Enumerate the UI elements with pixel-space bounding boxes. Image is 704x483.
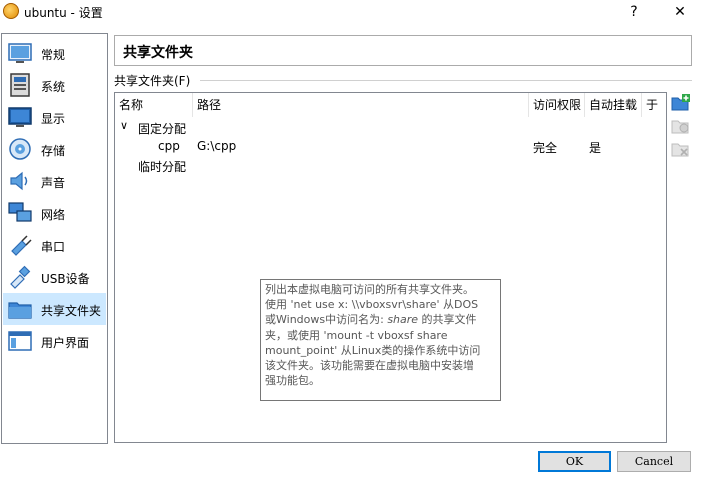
sidebar-item-audio[interactable]: 声音 [3, 165, 106, 197]
user-interface-icon [8, 331, 32, 351]
table-row[interactable]: cpp G:\cpp 完全 是 [115, 137, 666, 156]
group-divider [200, 80, 692, 81]
sidebar-item-display[interactable]: 显示 [3, 101, 106, 133]
tooltip-line: 或Windows中访问名为: share 的共享文件 [265, 312, 496, 327]
sidebar-item-label: 常规 [41, 48, 66, 62]
general-icon [8, 43, 32, 63]
tooltip-line: 夹，或使用 'mount -t vboxsf share [265, 328, 448, 342]
row-name: 临时分配 [138, 160, 187, 174]
settings-sidebar: 常规 系统 显示 存储 声音 网络 串口 USB设备 共享文件夹 用户界面 [1, 33, 108, 444]
network-icon [8, 202, 32, 222]
shared-folders-group-label: 共享文件夹(F) [114, 74, 191, 88]
sidebar-item-label: 存储 [41, 144, 66, 158]
row-path: G:\cpp [197, 139, 237, 153]
chevron-down-icon[interactable]: ∨ [120, 119, 128, 132]
row-name: 固定分配 [138, 122, 187, 136]
audio-icon [10, 171, 28, 191]
display-icon [8, 107, 32, 127]
sidebar-item-label: 串口 [41, 240, 66, 254]
sidebar-item-shared-folders[interactable]: 共享文件夹 [3, 293, 106, 325]
storage-icon [9, 138, 31, 160]
edit-shared-folder-icon[interactable] [671, 116, 691, 136]
help-button[interactable]: ? [622, 2, 646, 22]
sidebar-item-network[interactable]: 网络 [3, 197, 106, 229]
column-header-automount[interactable]: 自动挂载 [585, 93, 642, 117]
table-row[interactable]: 临时分配 [115, 156, 666, 175]
shared-folders-tooltip: 列出本虚拟电脑可访问的所有共享文件夹。 使用 'net use x: \\vbo… [260, 279, 501, 401]
page-title: 共享文件夹 [123, 45, 193, 61]
tooltip-text: 或Windows中访问名为: [265, 313, 388, 327]
tooltip-line: 列出本虚拟电脑可访问的所有共享文件夹。 [265, 283, 474, 296]
column-header-path[interactable]: 路径 [193, 93, 529, 117]
ok-button[interactable]: OK [538, 451, 611, 472]
tooltip-line: mount_point' 从Linux类的操作系统中访问 [265, 343, 481, 357]
tooltip-line: 强功能包。 [265, 374, 320, 388]
column-header-at[interactable]: 于 [642, 93, 666, 117]
sidebar-item-label: 声音 [41, 176, 66, 190]
sidebar-item-label: 共享文件夹 [41, 304, 102, 318]
sidebar-item-label: 网络 [41, 208, 66, 222]
cancel-button[interactable]: Cancel [617, 451, 691, 472]
sidebar-item-storage[interactable]: 存储 [3, 133, 106, 165]
window-title: ubuntu - 设置 [24, 6, 103, 20]
add-shared-folder-icon[interactable] [671, 93, 691, 113]
page-title-box: 共享文件夹 [114, 35, 692, 66]
sidebar-item-label: 用户界面 [41, 336, 90, 350]
shared-folder-icon [8, 302, 32, 319]
column-header-name[interactable]: 名称 [115, 93, 193, 117]
sidebar-item-user-interface[interactable]: 用户界面 [3, 325, 106, 357]
sidebar-item-serial-port[interactable]: 串口 [3, 229, 106, 261]
tooltip-emphasis: share [387, 313, 419, 327]
row-name: cpp [158, 139, 180, 153]
column-header-access[interactable]: 访问权限 [529, 93, 585, 117]
remove-shared-folder-icon[interactable] [671, 139, 691, 159]
sidebar-item-label: 显示 [41, 112, 66, 126]
virtualbox-app-icon [3, 3, 19, 19]
title-bar: ubuntu - 设置 ? ✕ [0, 0, 704, 24]
row-access: 完全 [533, 141, 558, 155]
sidebar-item-usb[interactable]: USB设备 [3, 261, 106, 293]
serial-port-icon [11, 235, 32, 256]
sidebar-item-general[interactable]: 常规 [3, 37, 106, 69]
row-automount: 是 [589, 141, 602, 155]
sidebar-item-system[interactable]: 系统 [3, 69, 106, 101]
table-row[interactable]: ∨ 固定分配 [115, 118, 666, 137]
sidebar-item-label: 系统 [41, 80, 66, 94]
tooltip-text: 的共享文件 [418, 313, 477, 327]
close-button[interactable]: ✕ [668, 2, 692, 22]
sidebar-item-label: USB设备 [41, 272, 90, 286]
system-icon [10, 73, 30, 97]
usb-icon [10, 265, 31, 289]
tooltip-line: 该文件夹。该功能需要在虚拟电脑中安装增 [265, 359, 474, 373]
tooltip-line: 使用 'net use x: \\vboxsvr\share' 从DOS [265, 298, 479, 312]
